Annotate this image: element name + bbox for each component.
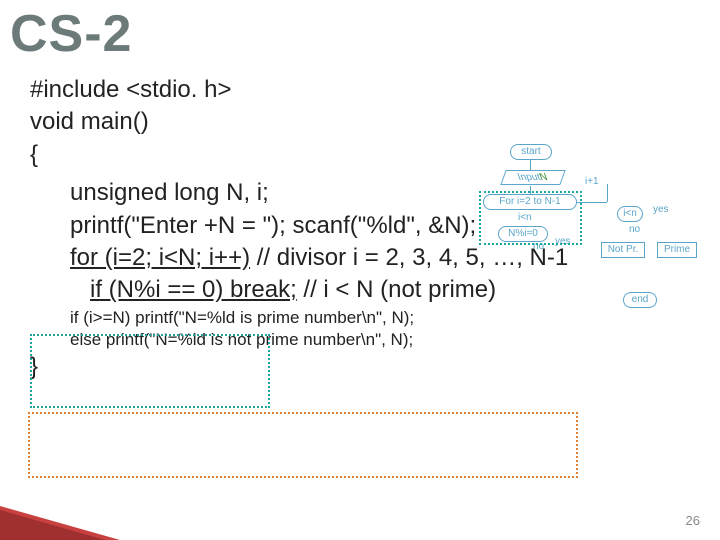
content-area: start Input N For i=2 to N-1 i+1 i<n N%i… [0, 64, 720, 383]
flow-start: start [510, 144, 552, 160]
flow-yes1: yes [555, 236, 571, 247]
flow-prime: Prime [657, 242, 697, 258]
box-if-else [28, 412, 578, 478]
code-l10: } [30, 351, 700, 383]
code-l2: void main() [30, 106, 700, 138]
flow-no2: no [629, 224, 640, 235]
flow-inc: i+1 [585, 176, 599, 187]
flowchart: start Input N For i=2 to N-1 i+1 i<n N%i… [395, 144, 705, 304]
flow-loop: For i=2 to N-1 [483, 194, 577, 210]
flow-notpr: Not Pr. [601, 242, 645, 258]
flow-d3: i<n [617, 206, 643, 222]
flow-no1: no [533, 241, 544, 252]
flow-end: end [623, 292, 657, 308]
corner-decoration-2 [0, 510, 105, 540]
flow-d2: N%i=0 [498, 226, 548, 242]
code-l9: else printf("N=%ld is not prime number\n… [30, 329, 700, 351]
flow-yes2: yes [653, 204, 669, 215]
code-l8: if (i>=N) printf("N=%ld is prime number\… [30, 307, 700, 329]
flow-d1: i<n [518, 212, 532, 223]
code-l1: #include <stdio. h> [30, 74, 700, 106]
slide-title: CS-2 [0, 0, 720, 64]
flow-input: Input N [500, 170, 565, 185]
page-number: 26 [686, 513, 700, 528]
